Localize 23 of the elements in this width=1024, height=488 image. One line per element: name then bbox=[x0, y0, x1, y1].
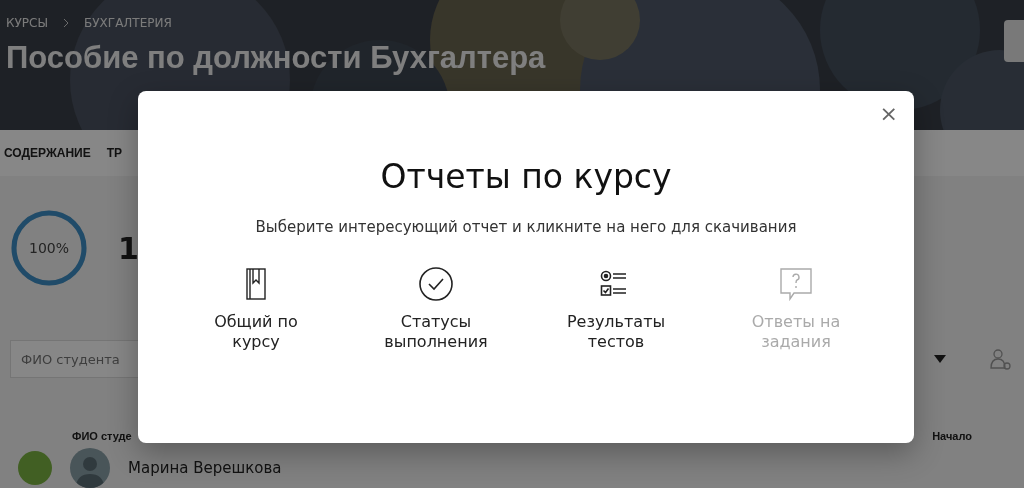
question-bubble-icon bbox=[778, 266, 814, 302]
status-dot bbox=[18, 451, 52, 485]
modal-title: Отчеты по курсу bbox=[380, 157, 672, 196]
modal-subtitle: Выберите интересующий отчет и кликните на него для скачивания bbox=[255, 218, 797, 236]
breadcrumb-link[interactable]: БУХГАЛТЕРИЯ bbox=[84, 16, 172, 30]
column-header: Начало bbox=[932, 430, 972, 442]
tab[interactable]: ТР bbox=[106, 146, 123, 176]
report-link[interactable]: Результаты тестов bbox=[526, 266, 706, 352]
page-title: Пособие по должности Бухгалтера bbox=[6, 40, 547, 76]
stat-value: 1 bbox=[118, 230, 139, 266]
avatar bbox=[70, 448, 110, 488]
column-header: ФИО студе bbox=[72, 430, 132, 442]
users-icon[interactable] bbox=[988, 346, 1014, 372]
tab[interactable]: СОДЕРЖАНИЕ bbox=[4, 146, 91, 176]
close-button[interactable]: × bbox=[875, 101, 902, 126]
breadcrumb-link[interactable]: КУРСЫ bbox=[6, 16, 49, 30]
student-name[interactable]: Марина Верешкова bbox=[128, 459, 282, 477]
caret-icon[interactable] bbox=[934, 355, 946, 363]
chevron-icon bbox=[62, 18, 71, 28]
progress-label: 100% bbox=[29, 240, 69, 256]
check-circle-icon bbox=[418, 266, 454, 302]
report-link[interactable]: Статусы выполнения bbox=[346, 266, 526, 352]
report-link[interactable]: Общий по курсу bbox=[166, 266, 346, 352]
